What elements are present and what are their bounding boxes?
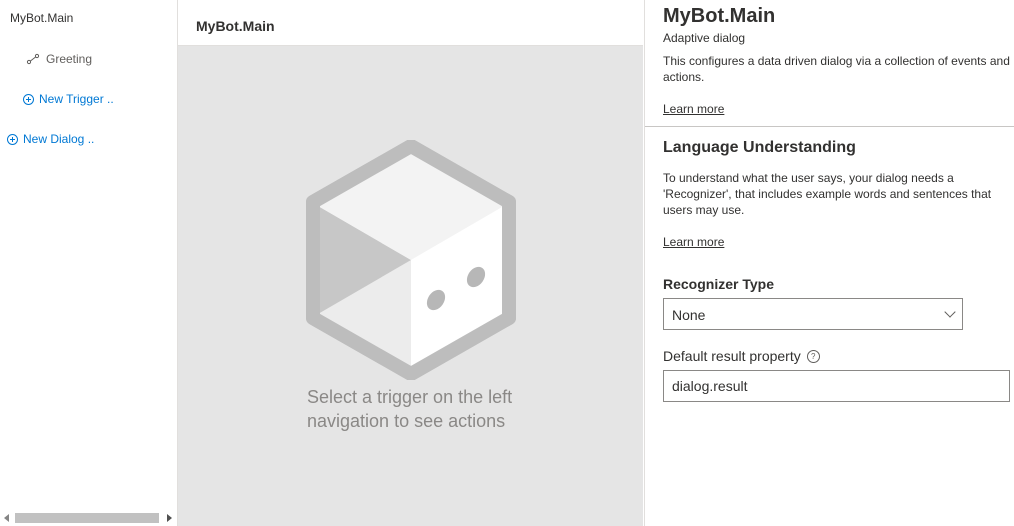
scroll-right-icon[interactable] xyxy=(167,514,172,522)
info-icon[interactable]: ? xyxy=(806,349,820,363)
canvas-title: MyBot.Main xyxy=(196,18,275,34)
visual-editor-canvas: MyBot.Main Select a trigger on the left … xyxy=(178,0,643,526)
dialog-description: This configures a data driven dialog via… xyxy=(663,54,1010,84)
dialog-title: MyBot.Main xyxy=(663,5,776,27)
recognizer-type-dropdown[interactable]: None xyxy=(663,298,963,330)
default-result-label-text: Default result property xyxy=(663,348,801,364)
nav-item-greeting[interactable]: Greeting xyxy=(26,52,92,66)
learn-more-link[interactable]: Learn more xyxy=(663,102,724,116)
add-circle-icon xyxy=(23,93,34,105)
horizontal-scrollbar[interactable] xyxy=(0,510,177,526)
scroll-left-icon[interactable] xyxy=(4,514,9,522)
default-result-label: Default result property ? xyxy=(663,348,820,364)
language-understanding-heading: Language Understanding xyxy=(663,139,856,156)
empty-state-message: Select a trigger on the left navigation … xyxy=(307,387,513,431)
new-dialog-button[interactable]: New Dialog .. xyxy=(7,132,94,146)
trigger-icon xyxy=(26,53,40,65)
default-result-input[interactable] xyxy=(663,370,1010,402)
scrollbar-thumb[interactable] xyxy=(15,513,159,523)
dialog-type: Adaptive dialog xyxy=(663,31,746,45)
chevron-down-icon xyxy=(944,306,956,318)
new-trigger-label: New Trigger .. xyxy=(39,92,114,106)
learn-more-link-lu[interactable]: Learn more xyxy=(663,235,724,249)
empty-cube-icon xyxy=(306,140,516,380)
recognizer-type-label: Recognizer Type xyxy=(663,276,774,292)
new-trigger-button[interactable]: New Trigger .. xyxy=(23,92,114,106)
nav-item-mybot-main[interactable]: MyBot.Main xyxy=(10,11,73,25)
canvas-header: MyBot.Main xyxy=(178,0,643,46)
nav-item-label: Greeting xyxy=(46,52,93,66)
dialog-navigation: MyBot.Main Greeting New Trigger .. New D… xyxy=(0,0,178,526)
language-understanding-description: To understand what the user says, your d… xyxy=(663,171,992,217)
properties-panel: MyBot.Main Adaptive dialog This configur… xyxy=(644,0,1014,526)
recognizer-type-value: None xyxy=(672,307,706,323)
new-dialog-label: New Dialog .. xyxy=(23,132,95,146)
section-divider xyxy=(645,126,1014,127)
add-circle-icon xyxy=(7,133,18,145)
